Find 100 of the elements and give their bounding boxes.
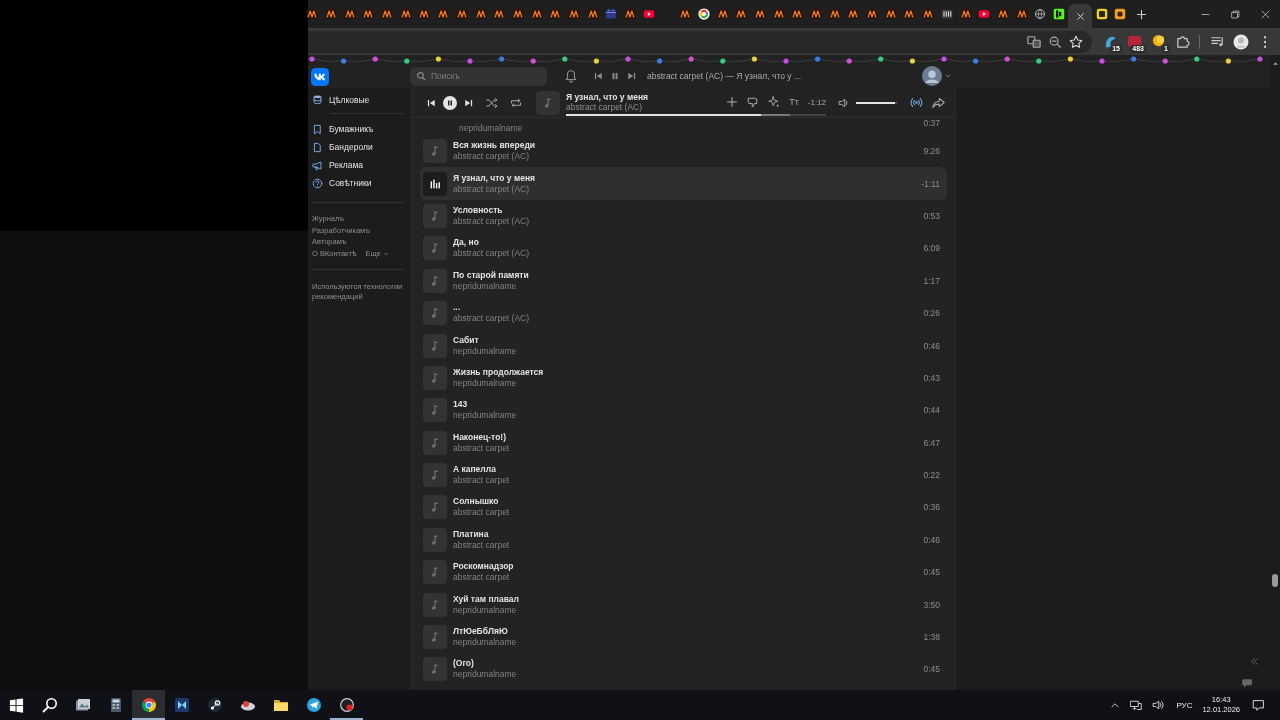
track-row[interactable]: Сабит nepridumalname 0:46	[422, 329, 947, 362]
track-duration: 0:46	[923, 340, 940, 351]
profile-menu-button[interactable]	[922, 66, 952, 86]
track-artist[interactable]: abstract carpet (AC)	[453, 183, 922, 195]
lyrics-button[interactable]: Tт	[789, 97, 799, 107]
notification-icon[interactable]	[1252, 698, 1265, 712]
chevron-icon	[944, 72, 952, 80]
track-artist[interactable]: abstract carpet (AC)	[453, 215, 924, 227]
track-artist[interactable]: nepridumalname	[453, 604, 924, 616]
track-row[interactable]: Роскомнадзор abstract carpet 0:45	[422, 556, 947, 589]
sidebar-item[interactable]: Совѣтники	[312, 174, 410, 192]
track-artist[interactable]: abstract carpet	[453, 539, 924, 551]
track-row[interactable]: Солнышко abstract carpet 0:36	[422, 491, 947, 524]
track-artist[interactable]: abstract carpet	[453, 507, 924, 519]
track-artist[interactable]: nepridumalname	[453, 377, 924, 389]
help-icon	[312, 177, 323, 189]
track-row[interactable]: А капелла abstract carpet 0:22	[422, 458, 947, 492]
chevron-up-icon[interactable]	[1110, 700, 1121, 710]
track-artist[interactable]: abstract carpet (AC)	[453, 313, 924, 325]
track-title: Я узнал, что у меня	[566, 92, 650, 102]
translate-icon[interactable]	[1027, 34, 1041, 49]
track-artist[interactable]: abstract carpet	[453, 572, 924, 584]
track-row[interactable]: Жизнь продолжается nepridumalname 0:43	[422, 361, 947, 395]
sidebar-item[interactable]: Реклама	[312, 156, 410, 174]
language-indicator[interactable]: РУС	[1176, 700, 1193, 710]
game-launcher-icon	[206, 697, 223, 713]
track-row[interactable]: ... abstract carpet (AC) 0:26	[422, 296, 947, 330]
scrollbar-thumb[interactable]	[1272, 574, 1278, 587]
site-icon	[549, 8, 562, 20]
track-row[interactable]: (Ого) nepridumalname 0:45	[422, 653, 947, 686]
bell-icon[interactable]	[564, 69, 578, 83]
logo-icon[interactable]	[311, 67, 329, 86]
close-icon	[1259, 8, 1271, 20]
track-artist[interactable]: abstract carpet	[453, 475, 924, 487]
track-artist[interactable]: nepridumalname	[453, 345, 924, 357]
pause-icon[interactable]	[610, 71, 620, 81]
track-artist[interactable]: nepridumalname	[453, 410, 924, 422]
share-icon[interactable]	[932, 96, 945, 109]
track-row[interactable]: Хуй там плавал nepridumalname 3:50	[422, 588, 947, 621]
close-icon[interactable]	[1075, 11, 1085, 21]
next-icon[interactable]	[464, 97, 474, 108]
track-row[interactable]: Условность abstract carpet (AC) 0:53	[422, 199, 947, 233]
track-artist[interactable]: nepridumalname	[459, 123, 924, 134]
track-duration: 0:36	[923, 502, 940, 513]
track-artist[interactable]: abstract carpet (AC)	[453, 151, 924, 163]
track-duration: -1:11	[921, 178, 940, 189]
track-row[interactable]: По старой памяти nepridumalname 1:17	[422, 264, 947, 297]
sidebar-item[interactable]: Бумажникъ	[312, 120, 410, 138]
folder-icon	[272, 697, 289, 713]
now-playing-text[interactable]: abstract carpet (AC) — Я узнал, что у ...	[647, 71, 802, 81]
site-icon	[642, 8, 655, 20]
track-row[interactable]: Платина abstract carpet 0:46	[422, 523, 947, 557]
sidebar-item[interactable]: Бандероли	[312, 138, 410, 156]
track-row[interactable]: nepridumalname 0:37	[422, 118, 947, 135]
volume-icon[interactable]	[1152, 699, 1165, 711]
track-row[interactable]: Да, но abstract carpet (AC) 6:09	[422, 232, 947, 265]
track-title: Вся жизнь впереди	[453, 140, 536, 152]
track-artist[interactable]: nepridumalname	[453, 280, 924, 292]
site-icon	[455, 8, 468, 20]
track-artist[interactable]: abstract carpet (AC)	[453, 248, 924, 260]
scroll-up-icon[interactable]	[1271, 60, 1279, 67]
site-icon	[791, 8, 804, 20]
chat-icon[interactable]	[1241, 677, 1253, 689]
track-title: Да, но	[453, 237, 480, 249]
track-artist[interactable]: nepridumalname	[453, 669, 924, 681]
shuffle-icon[interactable]	[486, 96, 498, 109]
photos-icon	[74, 697, 91, 713]
track-title: По старой памяти	[453, 269, 530, 281]
previous-icon[interactable]	[426, 97, 436, 108]
track-row[interactable]: 143 nepridumalname 0:44	[422, 394, 947, 427]
track-row[interactable]: Я узнал, что у меня abstract carpet (AC) -1:11	[420, 167, 947, 200]
zoom-icon[interactable]	[1048, 34, 1062, 49]
track-artist[interactable]: abstract carpet	[453, 442, 924, 454]
pause-button[interactable]	[443, 95, 457, 110]
star-icon[interactable]	[1069, 34, 1083, 49]
track-artist[interactable]: nepridumalname	[453, 637, 924, 649]
track-row[interactable]: ЛтЮеБбЛяЮ nepridumalname 1:38	[422, 620, 947, 654]
track-row[interactable]: Вся жизнь впереди abstract carpet (AC) 9:26	[422, 135, 947, 168]
sidebar-item[interactable]: Цѣлковые	[312, 93, 410, 106]
track-artist[interactable]: abstract carpet (AC)	[566, 102, 718, 112]
site-icon	[1052, 8, 1065, 20]
plus-icon[interactable]	[726, 96, 739, 108]
track-duration: 0:53	[923, 210, 940, 221]
sparkle-icon[interactable]	[768, 96, 781, 108]
site-icon	[1095, 8, 1108, 20]
search-icon	[41, 697, 58, 713]
track-title: Солнышко	[453, 496, 500, 508]
site-icon	[567, 8, 580, 20]
site-icon	[697, 8, 710, 20]
taskbar-app[interactable]	[132, 690, 165, 720]
repeat-icon[interactable]	[510, 96, 522, 109]
volume-icon[interactable]	[838, 96, 850, 109]
track-row[interactable]: Наконец-то!) abstract carpet 6:47	[422, 426, 947, 459]
broadcast-icon[interactable]	[910, 96, 923, 109]
site-icon	[381, 8, 394, 20]
search-field[interactable]: Поискъ	[410, 66, 547, 86]
network-icon[interactable]	[1130, 699, 1143, 711]
wallet-icon	[312, 94, 323, 105]
collapse-icon[interactable]	[1250, 657, 1259, 666]
dislike-icon[interactable]	[747, 96, 760, 108]
